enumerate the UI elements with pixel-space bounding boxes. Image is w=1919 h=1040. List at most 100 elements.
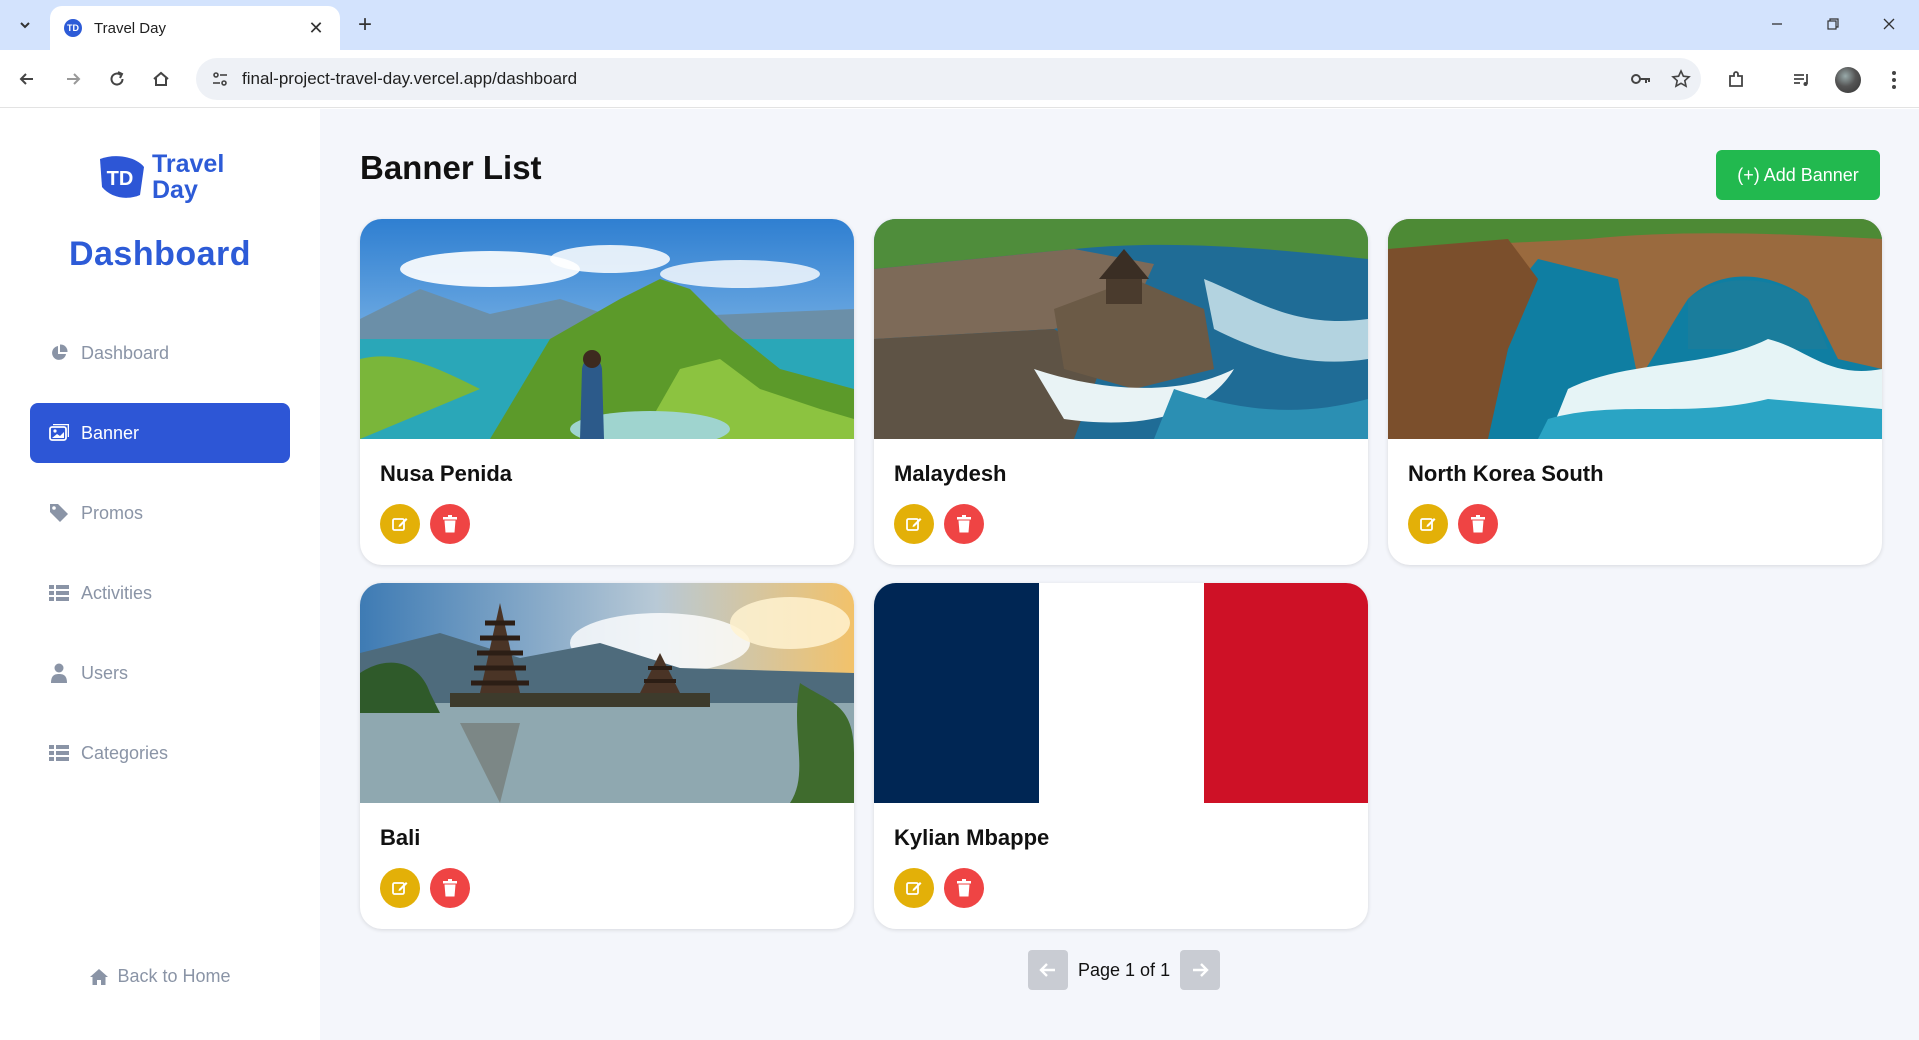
tab-search-button[interactable] bbox=[8, 8, 42, 42]
edit-button[interactable] bbox=[894, 504, 934, 544]
edit-button[interactable] bbox=[1408, 504, 1448, 544]
sidebar-item-label: Users bbox=[81, 662, 129, 683]
green-hills-coast-image bbox=[360, 219, 854, 439]
delete-button[interactable] bbox=[944, 868, 984, 908]
sidebar-item-label: Promos bbox=[81, 502, 144, 523]
media-control-button[interactable] bbox=[1784, 62, 1820, 98]
playlist-icon bbox=[1794, 74, 1808, 86]
sidebar-item-promos[interactable]: Promos bbox=[30, 483, 290, 543]
logo-text: Travel Day bbox=[152, 151, 224, 203]
logo[interactable]: TD Travel Day bbox=[96, 151, 224, 203]
edit-icon bbox=[906, 518, 922, 531]
sidebar-item-banner[interactable]: Banner bbox=[30, 403, 290, 463]
banner-actions bbox=[380, 504, 470, 544]
previous-page-button[interactable] bbox=[1028, 950, 1068, 990]
sidebar-item-activities[interactable]: Activities bbox=[30, 563, 290, 623]
password-key-icon[interactable] bbox=[1621, 59, 1661, 99]
sidebar-item-categories[interactable]: Categories bbox=[30, 723, 290, 783]
close-icon bbox=[1883, 18, 1895, 30]
travel-day-logo-icon: TD bbox=[100, 156, 144, 198]
sidebar-item-label: Banner bbox=[81, 422, 140, 443]
delete-button[interactable] bbox=[430, 868, 470, 908]
banner-title: North Korea South bbox=[1408, 461, 1604, 486]
arrow-left-icon bbox=[19, 73, 33, 85]
browser-toolbar: final-project-travel-day.vercel.app/dash… bbox=[0, 50, 1919, 108]
edit-button[interactable] bbox=[380, 504, 420, 544]
banner-title: Kylian Mbappe bbox=[894, 825, 1050, 850]
banner-card: North Korea South bbox=[1388, 219, 1882, 565]
restore-icon bbox=[1827, 18, 1839, 30]
pie-chart-icon bbox=[49, 343, 69, 363]
main-content: Banner List (+) Add Banner Nusa Penida M… bbox=[320, 109, 1919, 1040]
banner-actions bbox=[894, 504, 984, 544]
delete-button[interactable] bbox=[944, 504, 984, 544]
edit-icon bbox=[392, 518, 408, 531]
minimize-button[interactable] bbox=[1754, 6, 1800, 42]
new-tab-button[interactable]: + bbox=[350, 10, 380, 40]
back-button[interactable] bbox=[10, 62, 44, 96]
banner-title: Malaydesh bbox=[894, 461, 1007, 486]
logo-text-line-2: Day bbox=[152, 176, 198, 204]
sidebar-item-label: Categories bbox=[81, 742, 169, 763]
sidebar-item-label: Dashboard bbox=[81, 342, 170, 363]
back-to-home-label: Back to Home bbox=[117, 966, 231, 986]
delete-button[interactable] bbox=[1458, 504, 1498, 544]
edit-icon bbox=[906, 882, 922, 895]
reload-button[interactable] bbox=[100, 62, 134, 96]
pagination: Page 1 of 1 bbox=[1028, 950, 1221, 990]
image-icon bbox=[49, 423, 69, 443]
sea-temple-coast-image bbox=[874, 219, 1368, 439]
delete-button[interactable] bbox=[430, 504, 470, 544]
address-bar[interactable]: final-project-travel-day.vercel.app/dash… bbox=[196, 58, 1701, 100]
back-to-home-link[interactable]: Back to Home bbox=[0, 966, 320, 987]
french-flag-image bbox=[874, 583, 1368, 803]
trash-icon bbox=[957, 879, 971, 897]
banner-card: Kylian Mbappe bbox=[874, 583, 1368, 929]
browser-tab[interactable]: TD Travel Day ✕ bbox=[50, 6, 340, 50]
tab-title: Travel Day bbox=[94, 19, 166, 37]
page-title: Banner List bbox=[360, 149, 542, 186]
bookmark-star-icon[interactable] bbox=[1661, 59, 1701, 99]
sidebar-item-dashboard[interactable]: Dashboard bbox=[30, 323, 290, 383]
logo-mark-text: TD bbox=[107, 168, 134, 190]
tab-close-icon[interactable]: ✕ bbox=[306, 18, 326, 39]
page-indicator: Page 1 of 1 bbox=[1078, 959, 1171, 980]
edit-button[interactable] bbox=[380, 868, 420, 908]
sidebar-item-users[interactable]: Users bbox=[30, 643, 290, 703]
tag-icon bbox=[49, 503, 69, 523]
lake-temple-pagoda-image bbox=[360, 583, 854, 803]
home-icon bbox=[153, 71, 169, 86]
edit-button[interactable] bbox=[894, 868, 934, 908]
banner-card: Nusa Penida bbox=[360, 219, 854, 565]
logo-text-line-1: Travel bbox=[152, 150, 225, 178]
restore-button[interactable] bbox=[1810, 6, 1856, 42]
chevron-down-icon bbox=[20, 22, 30, 29]
sidebar-menu: Dashboard Banner Promos Activities Users bbox=[30, 323, 290, 803]
home-button[interactable] bbox=[144, 62, 178, 96]
list-icon bbox=[49, 583, 69, 603]
banner-title: Nusa Penida bbox=[380, 461, 513, 486]
minimize-icon bbox=[1772, 23, 1782, 25]
trash-icon bbox=[443, 515, 457, 533]
arrow-right-icon bbox=[1193, 963, 1209, 977]
next-page-button[interactable] bbox=[1180, 950, 1221, 990]
banner-actions bbox=[894, 868, 984, 908]
banner-actions bbox=[380, 868, 470, 908]
add-banner-button[interactable]: (+) Add Banner bbox=[1716, 150, 1880, 200]
close-window-button[interactable] bbox=[1866, 6, 1912, 42]
edit-icon bbox=[1420, 518, 1436, 531]
profile-button[interactable] bbox=[1830, 62, 1866, 98]
browser-menu-button[interactable] bbox=[1876, 62, 1912, 98]
reload-icon bbox=[110, 71, 124, 86]
sidebar: TD Travel Day Dashboard Dashboard Banner… bbox=[0, 109, 320, 1040]
puzzle-icon bbox=[1729, 71, 1743, 87]
arrow-right-icon bbox=[67, 73, 81, 85]
list-icon bbox=[49, 743, 69, 763]
banner-card: Malaydesh bbox=[874, 219, 1368, 565]
more-vert-icon bbox=[1892, 71, 1896, 89]
user-icon bbox=[49, 663, 69, 683]
extensions-button[interactable] bbox=[1718, 62, 1754, 98]
site-info-icon[interactable] bbox=[202, 61, 238, 97]
sidebar-item-label: Activities bbox=[81, 582, 153, 603]
forward-button[interactable] bbox=[56, 62, 90, 96]
